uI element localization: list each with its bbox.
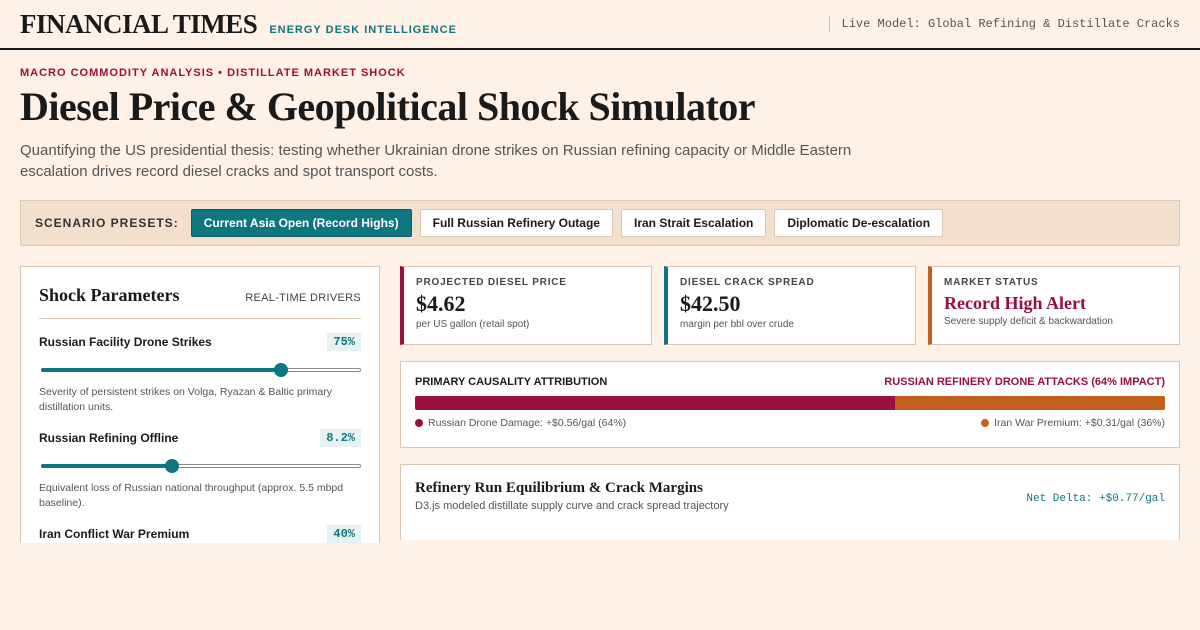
kpi-label: DIESEL CRACK SPREAD bbox=[680, 277, 815, 288]
kpi-market-status: MARKET STATUS Record High Alert Severe s… bbox=[928, 266, 1180, 345]
kpi-crack-spread: DIESEL CRACK SPREAD $42.50 margin per bb… bbox=[664, 266, 916, 345]
param-label: Iran Conflict War Premium bbox=[39, 527, 190, 541]
refining-offline-slider[interactable] bbox=[39, 457, 361, 475]
attribution-impact: RUSSIAN REFINERY DRONE ATTACKS (64% IMPA… bbox=[884, 376, 1165, 388]
kpi-value: $4.62 bbox=[416, 291, 466, 316]
site-header: FINANCIAL TIMES ENERGY DESK INTELLIGENCE… bbox=[0, 0, 1200, 50]
param-value-badge: 75% bbox=[327, 333, 361, 351]
page-title: Diesel Price & Geopolitical Shock Simula… bbox=[20, 84, 756, 129]
main-content: MACRO COMMODITY ANALYSIS • DISTILLATE MA… bbox=[0, 67, 1200, 556]
dashboard-columns: Shock Parameters REAL-TIME DRIVERS Russi… bbox=[20, 266, 1180, 556]
kpi-label: MARKET STATUS bbox=[944, 277, 1039, 288]
panel-subtitle: REAL-TIME DRIVERS bbox=[245, 292, 361, 304]
slider-thumb[interactable] bbox=[274, 363, 288, 377]
refinery-equilibrium-card: Refinery Run Equilibrium & Crack Margins… bbox=[400, 464, 1180, 540]
preset-current-asia-open-button[interactable]: Current Asia Open (Record Highs) bbox=[190, 209, 412, 237]
attribution-title: PRIMARY CAUSALITY ATTRIBUTION bbox=[415, 376, 608, 388]
preset-iran-strait-escalation-button[interactable]: Iran Strait Escalation bbox=[620, 209, 767, 237]
brand: FINANCIAL TIMES ENERGY DESK INTELLIGENCE bbox=[20, 9, 457, 40]
causality-attribution-card: PRIMARY CAUSALITY ATTRIBUTION RUSSIAN RE… bbox=[400, 361, 1180, 448]
iran-dot-icon bbox=[981, 419, 990, 427]
param-label: Russian Refining Offline bbox=[39, 431, 179, 445]
viewport-cutoff bbox=[0, 543, 1200, 630]
drone-dot-icon bbox=[415, 419, 423, 427]
param-description: Severity of persistent strikes on Volga,… bbox=[39, 386, 332, 413]
equilibrium-title: Refinery Run Equilibrium & Crack Margins bbox=[415, 480, 703, 496]
legend-iran-label: Iran War Premium: +$0.31/gal (36%) bbox=[994, 417, 1165, 429]
net-delta-readout: Net Delta: +$0.77/gal bbox=[1026, 493, 1165, 505]
kpi-label: PROJECTED DIESEL PRICE bbox=[416, 277, 567, 288]
param-refining-offline: Russian Refining Offline 8.2% Equivalent… bbox=[39, 429, 361, 511]
kpi-note: Severe supply deficit & backwardation bbox=[944, 316, 1113, 327]
kpi-diesel-price: PROJECTED DIESEL PRICE $4.62 per US gall… bbox=[400, 266, 652, 345]
legend-drone: Russian Drone Damage: +$0.56/gal (64%) bbox=[415, 417, 626, 429]
attribution-legend: Russian Drone Damage: +$0.56/gal (64%) I… bbox=[415, 417, 1165, 429]
kpi-row: PROJECTED DIESEL PRICE $4.62 per US gall… bbox=[400, 266, 1180, 345]
article-standfirst: Quantifying the US presidential thesis: … bbox=[20, 142, 852, 180]
param-value-badge: 40% bbox=[327, 525, 361, 543]
param-value-badge: 8.2% bbox=[320, 429, 361, 447]
live-model-label: Live Model: Global Refining & Distillate… bbox=[828, 16, 1180, 32]
attribution-bar bbox=[415, 396, 1165, 410]
scenario-presets-bar: SCENARIO PRESETS: Current Asia Open (Rec… bbox=[20, 200, 1180, 246]
slider-thumb[interactable] bbox=[165, 459, 180, 473]
shock-parameters-panel: Shock Parameters REAL-TIME DRIVERS Russi… bbox=[20, 266, 380, 556]
preset-diplomatic-deescalation-button[interactable]: Diplomatic De-escalation bbox=[774, 209, 944, 237]
panel-title: Shock Parameters bbox=[39, 285, 180, 305]
legend-drone-label: Russian Drone Damage: +$0.56/gal (64%) bbox=[428, 417, 627, 429]
param-description: Equivalent loss of Russian national thro… bbox=[39, 482, 344, 509]
results-column: PROJECTED DIESEL PRICE $4.62 per US gall… bbox=[400, 266, 1180, 556]
equilibrium-subtitle: D3.js modeled distillate supply curve an… bbox=[415, 500, 729, 512]
panel-header: Shock Parameters REAL-TIME DRIVERS bbox=[39, 285, 361, 319]
iran-premium-segment bbox=[895, 396, 1165, 410]
kpi-value: Record High Alert bbox=[944, 293, 1086, 313]
param-drone-strikes: Russian Facility Drone Strikes 75% Sever… bbox=[39, 333, 361, 415]
site-logo[interactable]: FINANCIAL TIMES bbox=[20, 9, 258, 40]
kpi-note: margin per bbl over crude bbox=[680, 319, 794, 330]
drone-damage-segment bbox=[415, 396, 895, 410]
drone-strikes-slider[interactable] bbox=[39, 361, 361, 379]
presets-label: SCENARIO PRESETS: bbox=[35, 216, 179, 230]
legend-iran: Iran War Premium: +$0.31/gal (36%) bbox=[981, 417, 1165, 429]
preset-full-russian-outage-button[interactable]: Full Russian Refinery Outage bbox=[419, 209, 613, 237]
article-kicker: MACRO COMMODITY ANALYSIS • DISTILLATE MA… bbox=[20, 67, 406, 79]
kpi-note: per US gallon (retail spot) bbox=[416, 319, 530, 330]
kpi-value: $42.50 bbox=[680, 291, 741, 316]
param-label: Russian Facility Drone Strikes bbox=[39, 335, 212, 349]
slider-fill bbox=[41, 464, 173, 468]
slider-fill bbox=[41, 368, 281, 372]
param-iran-war-premium: Iran Conflict War Premium 40% bbox=[39, 525, 361, 543]
desk-label: ENERGY DESK INTELLIGENCE bbox=[269, 23, 457, 36]
